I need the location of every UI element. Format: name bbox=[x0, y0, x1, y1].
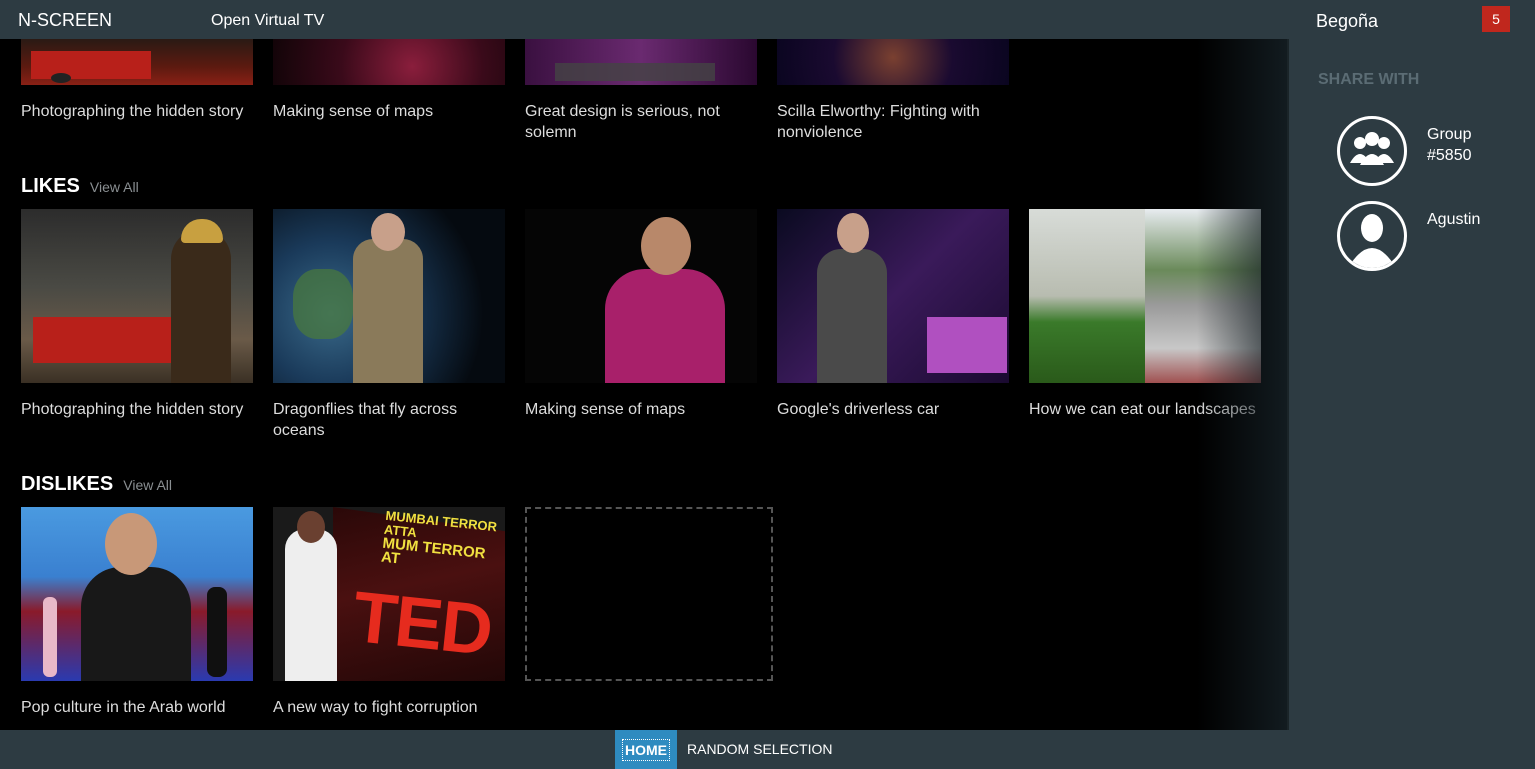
main-content: Photographing the hidden story Making se… bbox=[0, 39, 1287, 730]
video-thumbnail[interactable] bbox=[273, 209, 505, 383]
group-icon[interactable] bbox=[1337, 116, 1407, 186]
video-card[interactable]: MUMBAI TERROR ATTA MUM TERROR AT TED A n… bbox=[273, 507, 505, 718]
brand-logo[interactable]: N-SCREEN bbox=[18, 10, 112, 31]
share-heading: SHARE WITH bbox=[1318, 71, 1420, 88]
video-thumbnail[interactable] bbox=[777, 209, 1009, 383]
video-title: Making sense of maps bbox=[273, 103, 434, 120]
video-card[interactable]: Photographing the hidden story bbox=[21, 209, 253, 441]
home-button[interactable]: HOME bbox=[615, 730, 677, 769]
likes-view-all-link[interactable]: View All bbox=[90, 179, 139, 195]
video-thumbnail[interactable] bbox=[21, 209, 253, 383]
recent-row: Photographing the hidden story Making se… bbox=[21, 39, 1009, 143]
video-thumbnail[interactable] bbox=[1029, 209, 1261, 383]
app-title: Open Virtual TV bbox=[211, 12, 325, 29]
dislikes-row: Pop culture in the Arab world MUMBAI TER… bbox=[21, 507, 773, 718]
video-title: Making sense of maps bbox=[525, 401, 686, 418]
likes-heading: LIKES bbox=[21, 175, 80, 197]
contact-label: Group #5850 bbox=[1427, 126, 1472, 164]
video-thumbnail[interactable] bbox=[21, 39, 253, 85]
video-title: How we can eat our landscapes bbox=[1029, 401, 1256, 418]
share-contact-person[interactable]: Agustin bbox=[1337, 201, 1507, 271]
video-card[interactable]: Photographing the hidden story bbox=[21, 39, 253, 143]
video-card[interactable]: Google's driverless car bbox=[777, 209, 1009, 441]
empty-slot bbox=[525, 507, 773, 718]
share-contact-group[interactable]: Group #5850 bbox=[1337, 116, 1507, 186]
video-title: Pop culture in the Arab world bbox=[21, 699, 226, 716]
video-thumbnail[interactable] bbox=[525, 39, 757, 85]
video-thumbnail[interactable] bbox=[21, 507, 253, 681]
video-title: Dragonflies that fly across oceans bbox=[273, 401, 458, 439]
video-title: A new way to fight corruption bbox=[273, 699, 478, 716]
video-thumbnail[interactable] bbox=[525, 209, 757, 383]
video-title: Scilla Elworthy: Fighting with nonviolen… bbox=[777, 103, 980, 141]
video-thumbnail[interactable] bbox=[273, 39, 505, 85]
share-panel: SHARE WITH Group #5850 Agustin bbox=[1287, 39, 1535, 730]
video-card[interactable]: Scilla Elworthy: Fighting with nonviolen… bbox=[777, 39, 1009, 143]
top-bar: N-SCREEN Open Virtual TV Begoña 5 bbox=[0, 0, 1535, 39]
notification-badge[interactable]: 5 bbox=[1482, 6, 1510, 32]
likes-row: Photographing the hidden story Dragonfli… bbox=[21, 209, 1261, 441]
random-selection-button[interactable]: RANDOM SELECTION bbox=[687, 741, 832, 757]
video-card[interactable]: How we can eat our landscapes bbox=[1029, 209, 1261, 441]
drop-placeholder[interactable] bbox=[525, 507, 773, 681]
video-title: Photographing the hidden story bbox=[21, 103, 244, 120]
video-title: Great design is serious, not solemn bbox=[525, 103, 720, 141]
person-icon[interactable] bbox=[1337, 201, 1407, 271]
video-card[interactable]: Pop culture in the Arab world bbox=[21, 507, 253, 718]
video-thumbnail[interactable]: MUMBAI TERROR ATTA MUM TERROR AT TED bbox=[273, 507, 505, 681]
news-banner: MUMBAI TERROR ATTA MUM TERROR AT bbox=[380, 507, 498, 568]
video-card[interactable]: Making sense of maps bbox=[273, 39, 505, 143]
dislikes-heading: DISLIKES bbox=[21, 473, 114, 495]
user-name[interactable]: Begoña bbox=[1316, 11, 1378, 32]
video-title: Photographing the hidden story bbox=[21, 401, 244, 418]
video-card[interactable]: Great design is serious, not solemn bbox=[525, 39, 757, 143]
likes-header: LIKES View All bbox=[21, 175, 139, 198]
bottom-nav: HOME RANDOM SELECTION bbox=[0, 730, 1535, 769]
ted-logo: TED bbox=[349, 577, 495, 671]
video-card[interactable]: Making sense of maps bbox=[525, 209, 757, 441]
video-title: Google's driverless car bbox=[777, 401, 940, 418]
dislikes-view-all-link[interactable]: View All bbox=[123, 477, 172, 493]
video-thumbnail[interactable] bbox=[777, 39, 1009, 85]
video-card[interactable]: Dragonflies that fly across oceans bbox=[273, 209, 505, 441]
contact-label: Agustin bbox=[1427, 211, 1481, 228]
dislikes-header: DISLIKES View All bbox=[21, 473, 172, 496]
